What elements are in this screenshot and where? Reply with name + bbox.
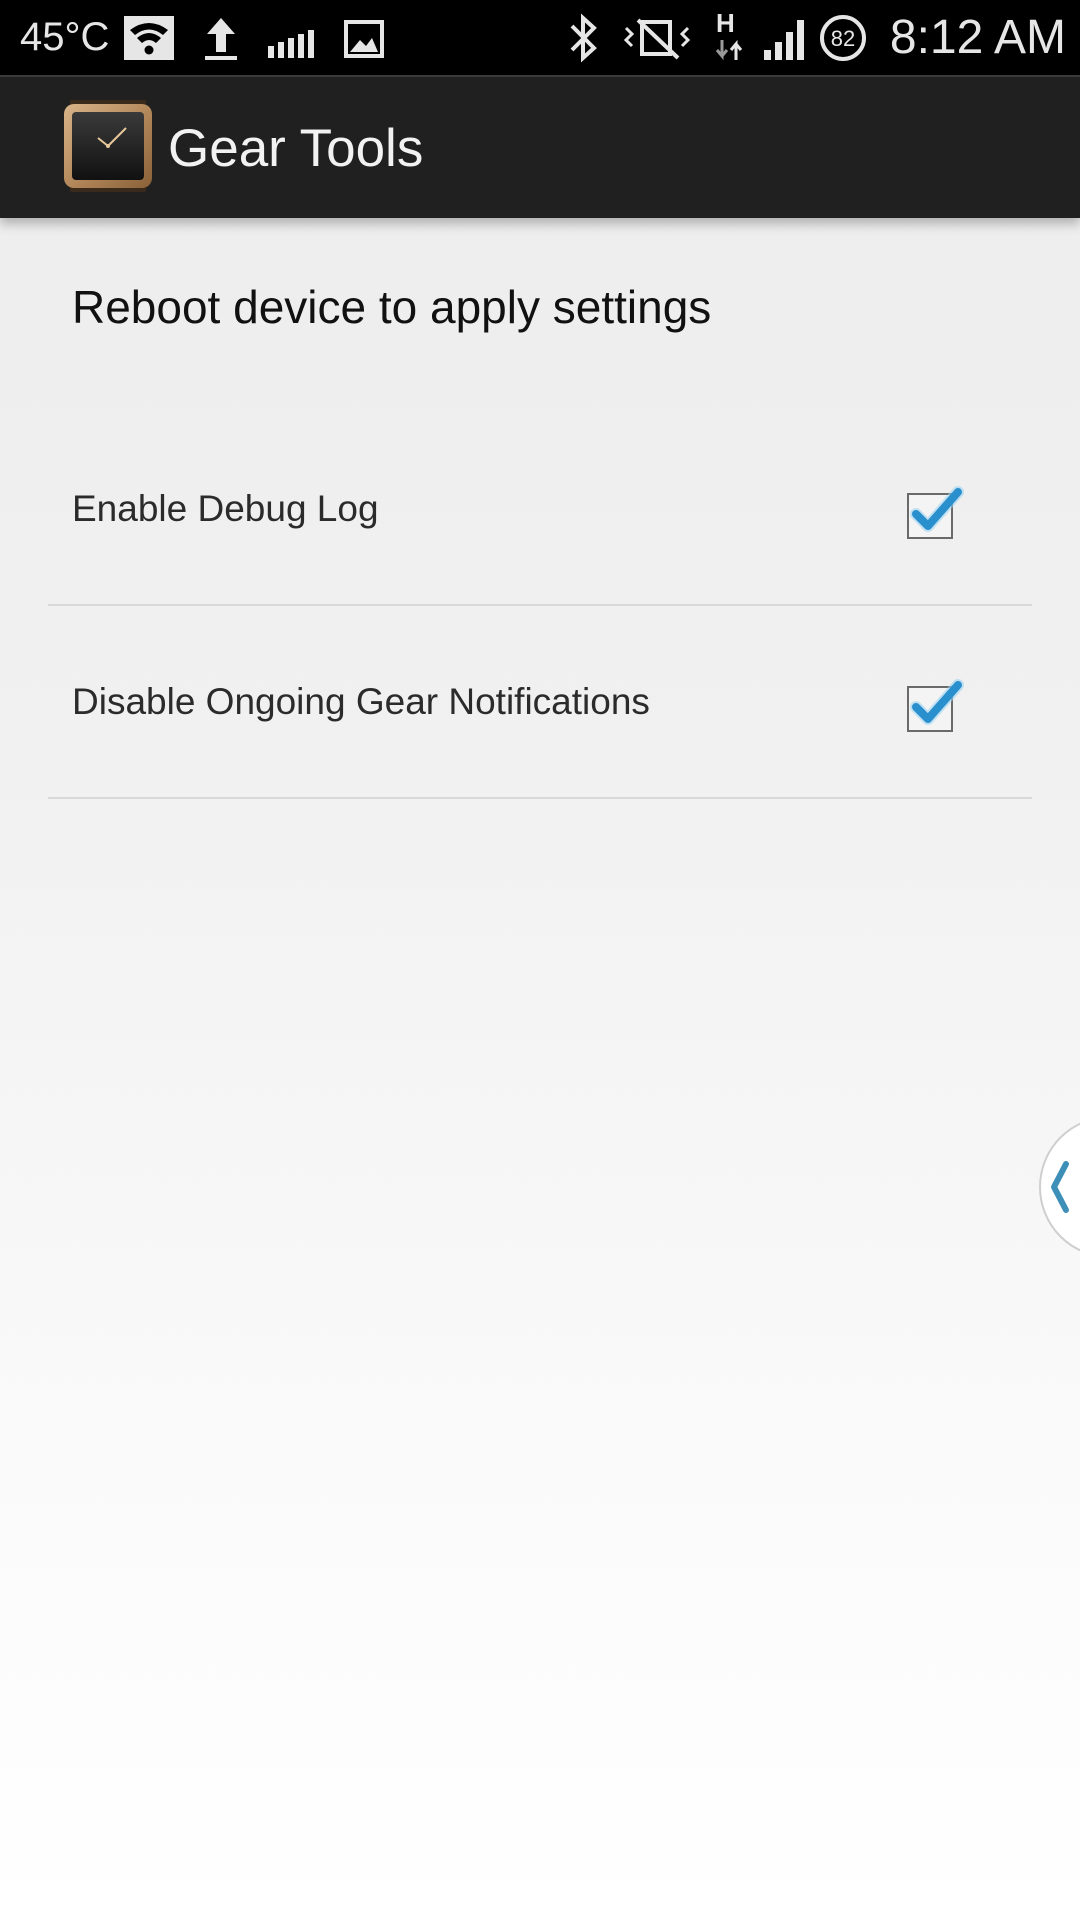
disable-notifications-checkbox[interactable]	[906, 677, 964, 732]
preference-disable-gear-notifications[interactable]: Disable Ongoing Gear Notifications	[48, 606, 1032, 799]
side-panel-handle[interactable]	[1034, 1112, 1080, 1262]
enable-debug-log-checkbox[interactable]	[906, 484, 964, 539]
svg-text:H: H	[716, 8, 735, 38]
battery-level-text: 82	[831, 26, 855, 51]
reboot-hint-text: Reboot device to apply settings	[72, 281, 712, 333]
app-title: Gear Tools	[168, 119, 424, 178]
gear-watch-icon[interactable]	[64, 100, 152, 192]
preference-enable-debug-log[interactable]: Enable Debug Log	[48, 413, 1032, 606]
cell-signal-icon	[762, 0, 812, 75]
battery-icon: 82	[818, 0, 868, 75]
wifi-icon	[124, 0, 174, 75]
gallery-icon	[344, 0, 384, 75]
status-bar: 45°C H 82 8:12 AM	[0, 0, 1080, 75]
upload-icon	[203, 0, 239, 75]
hspa-data-icon: H	[712, 0, 748, 75]
signal-bars-icon	[268, 0, 314, 75]
clock-text: 8:12 AM	[889, 11, 1066, 64]
preference-label: Enable Debug Log	[72, 487, 379, 529]
preference-label: Disable Ongoing Gear Notifications	[72, 680, 650, 722]
action-bar: Gear Tools	[0, 75, 1080, 218]
temperature-text: 45°C	[20, 15, 110, 59]
mute-vibrate-icon	[622, 0, 692, 75]
bluetooth-icon	[566, 0, 602, 75]
